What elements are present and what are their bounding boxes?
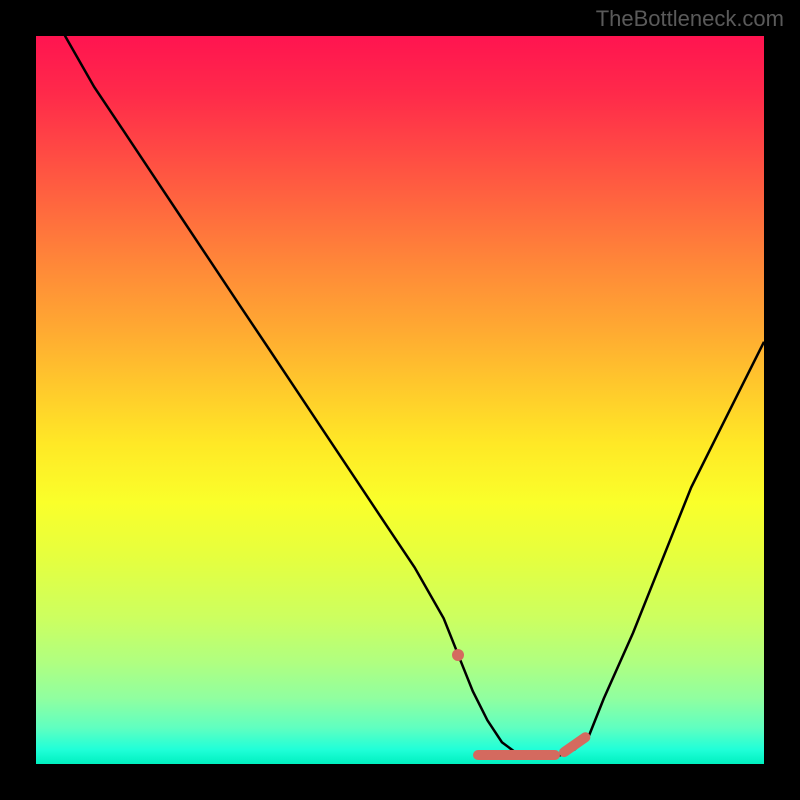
marker-dot (452, 649, 464, 661)
curve-line (36, 36, 764, 764)
plot-area (36, 36, 764, 764)
watermark-text: TheBottleneck.com (596, 6, 784, 32)
marker-flat-segment (473, 750, 560, 760)
